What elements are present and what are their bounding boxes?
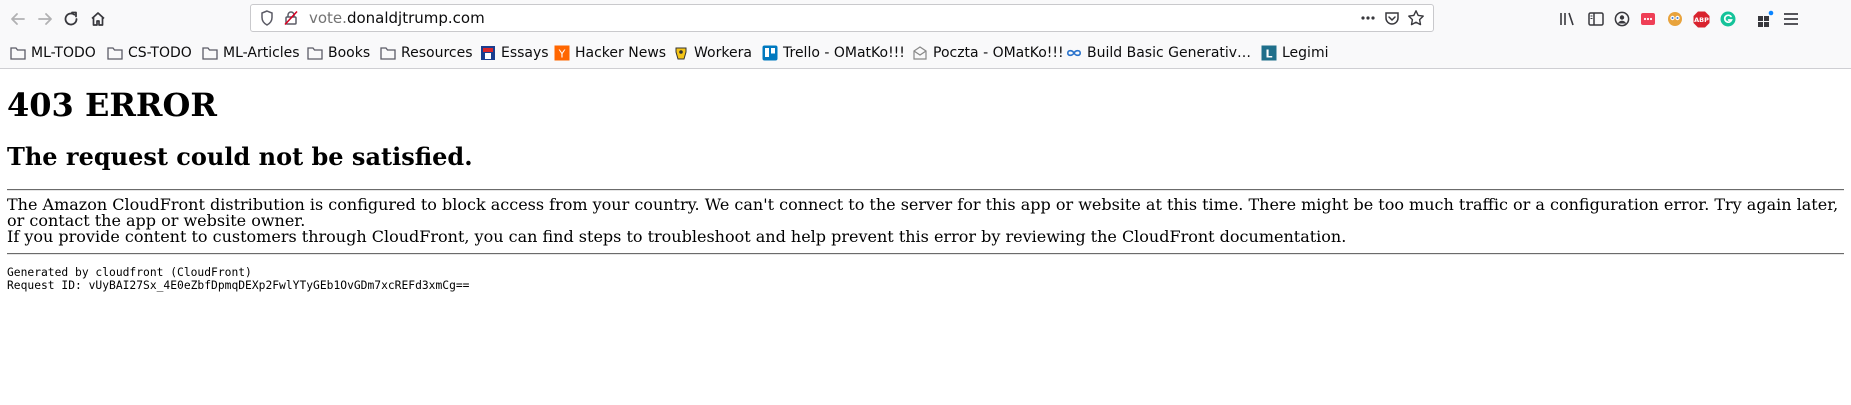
essays-favicon <box>480 45 496 61</box>
address-bar[interactable]: vote.donaldjtrump.com <box>250 4 1434 32</box>
sidebar-icon[interactable] <box>1586 9 1606 29</box>
folder-icon <box>307 45 323 61</box>
hacker-news-favicon: Y <box>554 45 570 61</box>
folder-icon <box>202 45 218 61</box>
bookmark-label: Resources <box>401 45 473 61</box>
bookmark-label: CS-TODO <box>128 45 192 61</box>
url-text[interactable]: vote.donaldjtrump.com <box>309 5 485 31</box>
coursera-favicon <box>1066 45 1082 61</box>
forward-arrow-icon <box>38 13 52 25</box>
bookmark-star-icon[interactable] <box>1407 9 1425 27</box>
reload-icon <box>64 11 78 26</box>
divider <box>7 189 1844 191</box>
bookmark-label: Books <box>328 45 371 61</box>
folder-icon <box>380 45 396 61</box>
bookmark-label: Hacker News <box>575 45 667 61</box>
folder-icon <box>107 45 123 61</box>
bookmark-label: Essays <box>501 45 549 61</box>
home-icon <box>91 12 105 26</box>
bookmark-label: Legimi <box>1282 45 1329 61</box>
bookmark-build-basic-generative[interactable]: Build Basic Generativ… <box>1066 38 1251 68</box>
bookmark-workera[interactable]: Workera <box>673 38 752 68</box>
page-actions-icon[interactable] <box>1359 9 1377 27</box>
home-button[interactable] <box>85 6 111 32</box>
folder-icon <box>10 45 26 61</box>
hamburger-menu-icon[interactable] <box>1781 9 1801 29</box>
debug-info: Generated by cloudfront (CloudFront) Requ… <box>7 266 1844 292</box>
owl-extension-icon[interactable] <box>1665 9 1685 29</box>
bookmark-label: Build Basic Generativ… <box>1087 45 1252 61</box>
bookmark-label: Workera <box>694 45 752 61</box>
back-arrow-icon <box>11 13 25 25</box>
browser-toolbar: vote.donaldjtrump.com ABP <box>0 0 1851 38</box>
generated-by-line: Generated by cloudfront (CloudFront) <box>7 266 252 279</box>
cloudfront-help-paragraph: If you provide content to customers thro… <box>7 227 1347 246</box>
error-subheading: The request could not be satisfied. <box>7 142 473 171</box>
error-message-paragraph: The Amazon CloudFront distribution is co… <box>7 195 1839 230</box>
bookmark-label: ML-Articles <box>223 45 300 61</box>
mail-favicon <box>912 45 928 61</box>
pocket-icon[interactable] <box>1383 9 1401 27</box>
bookmark-label: Poczta - OMatKo!!! <box>933 45 1064 61</box>
extensions-icon[interactable] <box>1755 9 1775 29</box>
legimi-letter: L <box>1265 48 1272 61</box>
url-subdomain: vote. <box>309 9 347 27</box>
back-button[interactable] <box>5 6 31 32</box>
library-icon[interactable] <box>1558 9 1578 29</box>
bookmarks-toolbar: ML-TODO CS-TODO ML-Articles Books Resour… <box>0 38 1851 69</box>
bookmark-label: ML-TODO <box>31 45 96 61</box>
bookmark-poczta[interactable]: Poczta - OMatKo!!! <box>912 38 1064 68</box>
hacker-news-letter: Y <box>558 48 566 61</box>
bookmark-label: Trello - OMatKo!!! <box>783 45 905 61</box>
request-id-line: Request ID: vUyBAI27Sx_4E0eZbfDpmqDEXp2F… <box>7 279 470 292</box>
abp-label: ABP <box>1694 16 1709 24</box>
grammarly-icon[interactable] <box>1718 9 1738 29</box>
adblock-plus-icon[interactable]: ABP <box>1691 9 1711 29</box>
bookmark-ml-articles[interactable]: ML-Articles <box>202 38 300 68</box>
trello-favicon <box>762 45 778 61</box>
bookmark-trello[interactable]: Trello - OMatKo!!! <box>762 38 905 68</box>
reload-button[interactable] <box>58 6 84 32</box>
url-domain: donaldjtrump.com <box>346 9 485 27</box>
forward-button[interactable] <box>32 6 58 32</box>
page-content: 403 ERROR The request could not be satis… <box>0 86 1851 292</box>
bookmark-cs-todo[interactable]: CS-TODO <box>107 38 192 68</box>
divider <box>7 253 1844 255</box>
error-heading: 403 ERROR <box>7 86 217 124</box>
account-icon[interactable] <box>1612 9 1632 29</box>
bookmark-essays[interactable]: Essays <box>480 38 549 68</box>
bookmark-legimi[interactable]: L Legimi <box>1261 38 1328 68</box>
workera-favicon <box>673 45 689 61</box>
pocket-extension-icon[interactable] <box>1638 9 1658 29</box>
bookmark-hacker-news[interactable]: Y Hacker News <box>554 38 666 68</box>
insecure-lock-icon[interactable] <box>282 9 300 27</box>
bookmark-ml-todo[interactable]: ML-TODO <box>10 38 96 68</box>
bookmark-resources[interactable]: Resources <box>380 38 473 68</box>
shield-icon[interactable] <box>258 9 276 27</box>
bookmark-books[interactable]: Books <box>307 38 370 68</box>
legimi-favicon: L <box>1261 45 1277 61</box>
